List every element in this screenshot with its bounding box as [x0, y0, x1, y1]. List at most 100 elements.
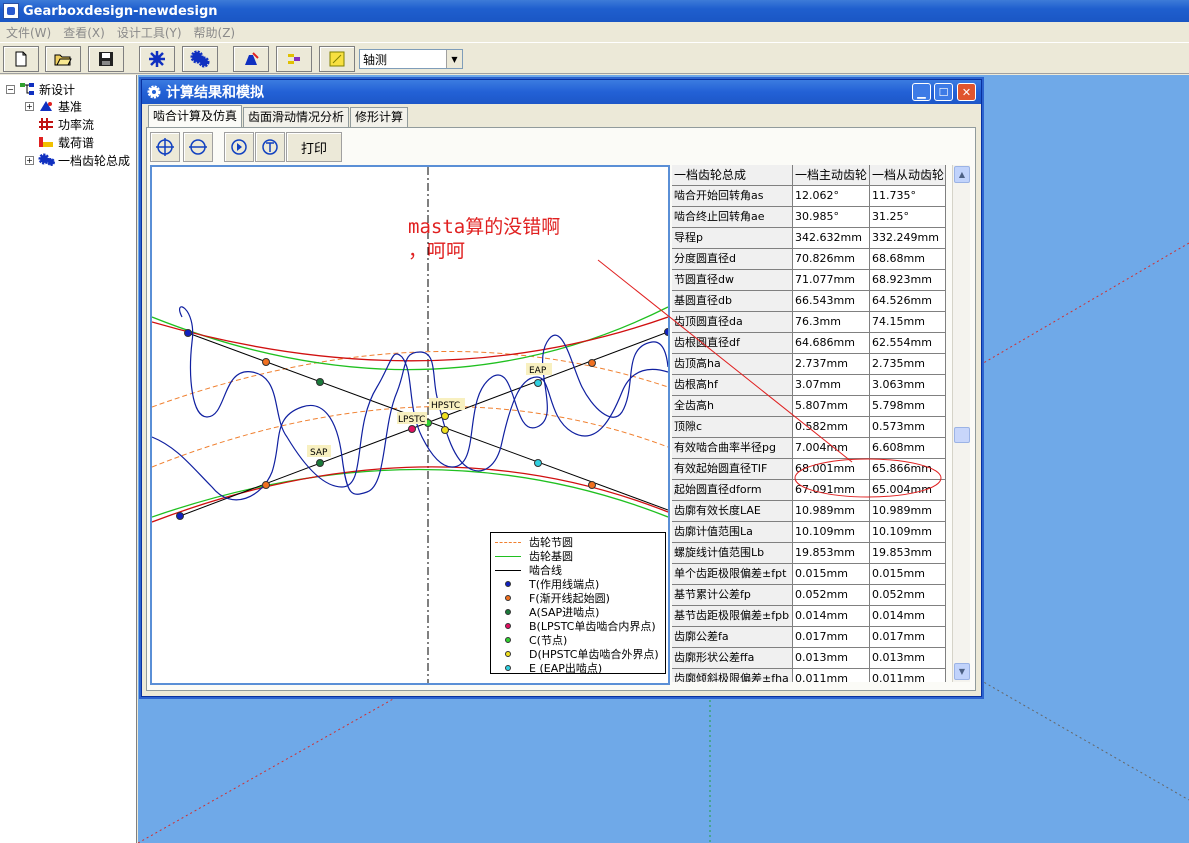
scroll-down-button[interactable]: ▼ — [954, 663, 970, 680]
tab-modification[interactable]: 修形计算 — [350, 107, 409, 127]
crosshair-circle-icon — [156, 138, 174, 156]
app-icon — [3, 3, 19, 19]
table-row[interactable]: 齿廓倾斜极限偏差±fha 0.011mm 0.011mm — [672, 669, 946, 682]
menu-help[interactable]: 帮助(Z) — [188, 24, 242, 41]
close-button[interactable]: ✕ — [957, 83, 976, 101]
shaft-tool-button[interactable] — [233, 46, 269, 72]
close-icon: ✕ — [961, 85, 972, 99]
results-window-title-bar[interactable]: 计算结果和模拟 ▁ ☐ ✕ — [142, 80, 981, 104]
notes-button[interactable] — [319, 46, 355, 72]
table-row[interactable]: 单个齿距极限偏差±fpt 0.015mm 0.015mm — [672, 564, 946, 585]
bearing-tool-button[interactable] — [276, 46, 312, 72]
table-row[interactable]: 齿廓计值范围La 10.109mm 10.109mm — [672, 522, 946, 543]
text-tool-button[interactable] — [255, 132, 285, 162]
table-row[interactable]: 齿根高hf 3.07mm 3.063mm — [672, 375, 946, 396]
menu-view[interactable]: 查看(X) — [57, 24, 111, 41]
minimize-button[interactable]: ▁ — [912, 83, 931, 101]
gear-pair-button[interactable] — [182, 46, 218, 72]
point-d-lower — [441, 426, 449, 434]
table-scrollbar[interactable]: ▲ ▼ — [952, 165, 970, 682]
window-gear-icon — [147, 85, 161, 99]
table-row[interactable]: 基节齿距极限偏差±fpb 0.014mm 0.014mm — [672, 606, 946, 627]
table-cell-value: 6.608mm — [870, 438, 946, 459]
tree-item-label: 功率流 — [58, 117, 95, 132]
table-row[interactable]: 导程p 342.632mm 332.249mm — [672, 228, 946, 249]
scrollbar-thumb[interactable] — [954, 427, 970, 443]
maximize-button[interactable]: ☐ — [934, 83, 953, 101]
table-cell-value: 342.632mm — [793, 228, 870, 249]
table-row[interactable]: 起始圆直径dform 67.091mm 65.004mm — [672, 480, 946, 501]
table-row[interactable]: 齿根圆直径df 64.686mm 62.554mm — [672, 333, 946, 354]
tree-item-power-flow[interactable]: 功率流 — [38, 116, 94, 132]
tab-mesh-calculation[interactable]: 啮合计算及仿真 — [148, 105, 243, 127]
table-row-label: 螺旋线计值范围Lb — [672, 543, 793, 564]
datum-icon — [38, 99, 54, 113]
table-cell-value: 10.989mm — [793, 501, 870, 522]
save-button[interactable] — [88, 46, 124, 72]
lpstc-label: LPSTC — [398, 415, 425, 425]
table-cell-value: 70.826mm — [793, 249, 870, 270]
table-row-label: 齿顶高ha — [672, 354, 793, 375]
new-file-button[interactable] — [3, 46, 39, 72]
point-t-upper-right — [664, 328, 668, 336]
table-row[interactable]: 齿顶高ha 2.737mm 2.735mm — [672, 354, 946, 375]
table-row[interactable]: 齿廓形状公差ffa 0.013mm 0.013mm — [672, 648, 946, 669]
results-tabs: 啮合计算及仿真 齿面滑动情况分析 修形计算 — [148, 105, 409, 127]
expand-icon[interactable]: + — [25, 101, 34, 111]
point-e-lower — [534, 459, 542, 467]
power-flow-icon — [38, 117, 54, 131]
print-button[interactable]: 打印 — [286, 132, 342, 162]
table-row-label: 顶隙c — [672, 417, 793, 438]
table-row[interactable]: 齿廓公差fa 0.017mm 0.017mm — [672, 627, 946, 648]
zoom-out-button[interactable] — [183, 132, 213, 162]
table-row-label: 齿根圆直径df — [672, 333, 793, 354]
table-cell-value: 0.017mm — [793, 627, 870, 648]
gear-tool-button[interactable] — [139, 46, 175, 72]
play-simulation-button[interactable] — [224, 132, 254, 162]
tree-item-load-spectrum[interactable]: 载荷谱 — [38, 134, 94, 150]
tab-sliding-analysis[interactable]: 齿面滑动情况分析 — [243, 107, 350, 127]
gear-icon — [149, 51, 165, 67]
open-file-button[interactable] — [45, 46, 81, 72]
table-row[interactable]: 基圆直径db 66.543mm 64.526mm — [672, 291, 946, 312]
tree-item-first-gear-assembly[interactable]: + 一档齿轮总成 — [25, 152, 130, 168]
table-row[interactable]: 节圆直径dw 71.077mm 68.923mm — [672, 270, 946, 291]
table-cell-value: 65.004mm — [870, 480, 946, 501]
table-row[interactable]: 有效起始圆直径TIF 68.001mm 65.866mm — [672, 459, 946, 480]
chevron-down-icon[interactable]: ▼ — [446, 50, 462, 68]
chevron-down-icon: ▼ — [958, 667, 966, 676]
tab-content: 打印 EAP HPSTC LPSTC SAP 齿轮节圆 齿轮基圆 啮合线 T(作… — [146, 127, 976, 691]
open-folder-icon — [54, 54, 72, 66]
tree-item-datum[interactable]: + 基准 — [25, 98, 82, 114]
table-row[interactable]: 啮合终止回转角ae 30.985° 31.25° — [672, 207, 946, 228]
table-row[interactable]: 啮合开始回转角as 12.062° 11.735° — [672, 186, 946, 207]
table-row-label: 全齿高h — [672, 396, 793, 417]
point-t-lower-left — [176, 512, 184, 520]
table-cell-value: 68.001mm — [793, 459, 870, 480]
collapse-icon[interactable]: − — [6, 84, 15, 94]
table-row-label: 节圆直径dw — [672, 270, 793, 291]
table-row[interactable]: 顶隙c 0.582mm 0.573mm — [672, 417, 946, 438]
table-row[interactable]: 基节累计公差fp 0.052mm 0.052mm — [672, 585, 946, 606]
main-toolbar: 轴测 ▼ — [0, 42, 1189, 74]
menu-design-tools[interactable]: 设计工具(Y) — [111, 24, 188, 41]
table-row[interactable]: 分度圆直径d 70.826mm 68.68mm — [672, 249, 946, 270]
table-cell-value: 64.686mm — [793, 333, 870, 354]
plot-legend: 齿轮节圆 齿轮基圆 啮合线 T(作用线端点) F(渐开线起始圆) A(SAP进啮… — [490, 532, 666, 675]
table-row[interactable]: 齿顶圆直径da 76.3mm 74.15mm — [672, 312, 946, 333]
table-cell-value: 10.989mm — [870, 501, 946, 522]
menu-file[interactable]: 文件(W) — [0, 24, 57, 41]
table-row[interactable]: 全齿高h 5.807mm 5.798mm — [672, 396, 946, 417]
tree-root[interactable]: − 新设计 — [6, 81, 75, 97]
table-cell-value: 0.011mm — [793, 669, 870, 682]
zoom-in-button[interactable] — [150, 132, 180, 162]
legend-pitch-circle: 齿轮节圆 — [495, 535, 573, 549]
table-row[interactable]: 有效啮合曲率半径pg 7.004mm 6.608mm — [672, 438, 946, 459]
table-row[interactable]: 螺旋线计值范围Lb 19.853mm 19.853mm — [672, 543, 946, 564]
table-row[interactable]: 齿廓有效长度LAE 10.989mm 10.989mm — [672, 501, 946, 522]
table-header-row: 一档齿轮总成 一档主动齿轮 一档从动齿轮 — [672, 165, 946, 186]
chevron-up-icon: ▲ — [958, 170, 966, 179]
view-mode-select[interactable]: 轴测 ▼ — [359, 49, 463, 69]
expand-icon[interactable]: + — [25, 155, 34, 165]
scroll-up-button[interactable]: ▲ — [954, 166, 970, 183]
